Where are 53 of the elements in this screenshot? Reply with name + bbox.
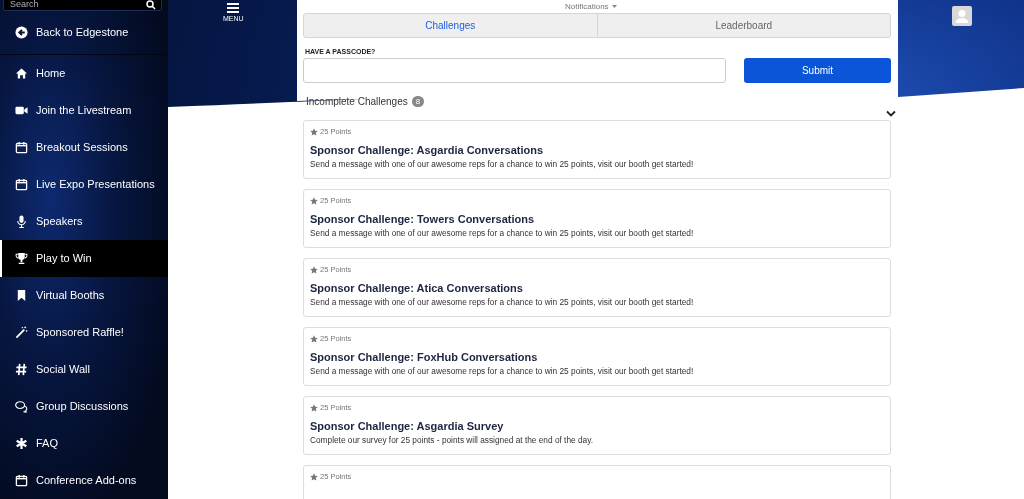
challenge-description: Send a message with one of our awesome reps for a chance to win 25 points, visit our booth get started! <box>310 366 695 376</box>
star-icon <box>310 196 318 205</box>
microphone-icon <box>15 214 28 228</box>
nav-item[interactable]: Home <box>0 54 168 92</box>
count-badge: 8 <box>411 96 425 107</box>
calendar-icon <box>15 473 28 487</box>
tab[interactable]: Challenges <box>304 14 597 37</box>
home-icon <box>15 66 28 80</box>
notifications-menu[interactable]: Notifications <box>565 2 617 11</box>
nav-item[interactable]: Virtual Booths <box>0 276 168 314</box>
nav-item[interactable]: Join the Livestream <box>0 91 168 129</box>
nav-item[interactable]: Conference Add-ons <box>0 461 168 499</box>
calendar-icon <box>15 177 28 191</box>
search-icon <box>146 0 156 10</box>
hashtag-icon <box>15 362 28 376</box>
challenge-title: Sponsor Challenge: Asgardia Conversations <box>310 144 545 156</box>
magic-wand-icon <box>15 325 28 339</box>
calendar-icon <box>15 140 28 154</box>
challenge-title: Sponsor Challenge: Asgardia Survey <box>310 420 505 432</box>
challenge-title: Sponsor Challenge: Atica Conversations <box>310 282 524 294</box>
menu-icon <box>227 3 240 13</box>
tab[interactable]: Leaderboard <box>596 14 890 37</box>
challenge-description: Send a message with one of our awesome reps for a chance to win 25 points, visit our booth get started! <box>310 297 695 307</box>
star-icon <box>310 403 318 412</box>
challenge-description: Send a message with one of our awesome reps for a chance to win 25 points, visit our booth get started! <box>310 228 695 238</box>
submit-button[interactable]: Submit <box>744 58 891 83</box>
chevron-icon[interactable] <box>886 110 896 117</box>
arrow-left-circle-icon <box>15 25 28 39</box>
passcode-field[interactable] <box>303 58 726 83</box>
search-field[interactable]: Search <box>3 0 162 11</box>
nav-item[interactable]: Social Wall <box>0 350 168 388</box>
asterisk-icon <box>15 436 28 450</box>
challenge-title: Sponsor Challenge: FoxHub Conversations <box>310 351 539 363</box>
nav-item[interactable]: Speakers <box>0 202 168 240</box>
star-icon <box>310 265 318 274</box>
bookmark-icon <box>15 288 28 302</box>
section-title: Incomplete Challenges <box>306 96 408 107</box>
nav-item[interactable]: Breakout Sessions <box>0 128 168 166</box>
challenge-description: Complete our survey for 25 points - points will assigned at the end of the day. <box>310 435 595 445</box>
star-icon <box>310 334 318 343</box>
nav-item[interactable]: Play to Win <box>0 239 168 277</box>
nav-item[interactable]: Group Discussions <box>0 387 168 425</box>
nav-item[interactable]: Live Expo Presentations <box>0 165 168 203</box>
trophy-icon <box>15 251 28 265</box>
caret-icon <box>611 5 617 8</box>
challenge-title: Sponsor Challenge: Towers Conversations <box>310 213 536 225</box>
speech-bubbles-icon <box>15 399 28 413</box>
challenge-description: Send a message with one of our awesome reps for a chance to win 25 points, visit our booth get started! <box>310 159 695 169</box>
nav-item[interactable]: Sponsored Raffle! <box>0 313 168 351</box>
star-icon <box>310 127 318 136</box>
star-icon <box>310 472 318 481</box>
nav-item[interactable]: FAQ <box>0 424 168 462</box>
user-avatar-icon[interactable] <box>952 6 972 26</box>
